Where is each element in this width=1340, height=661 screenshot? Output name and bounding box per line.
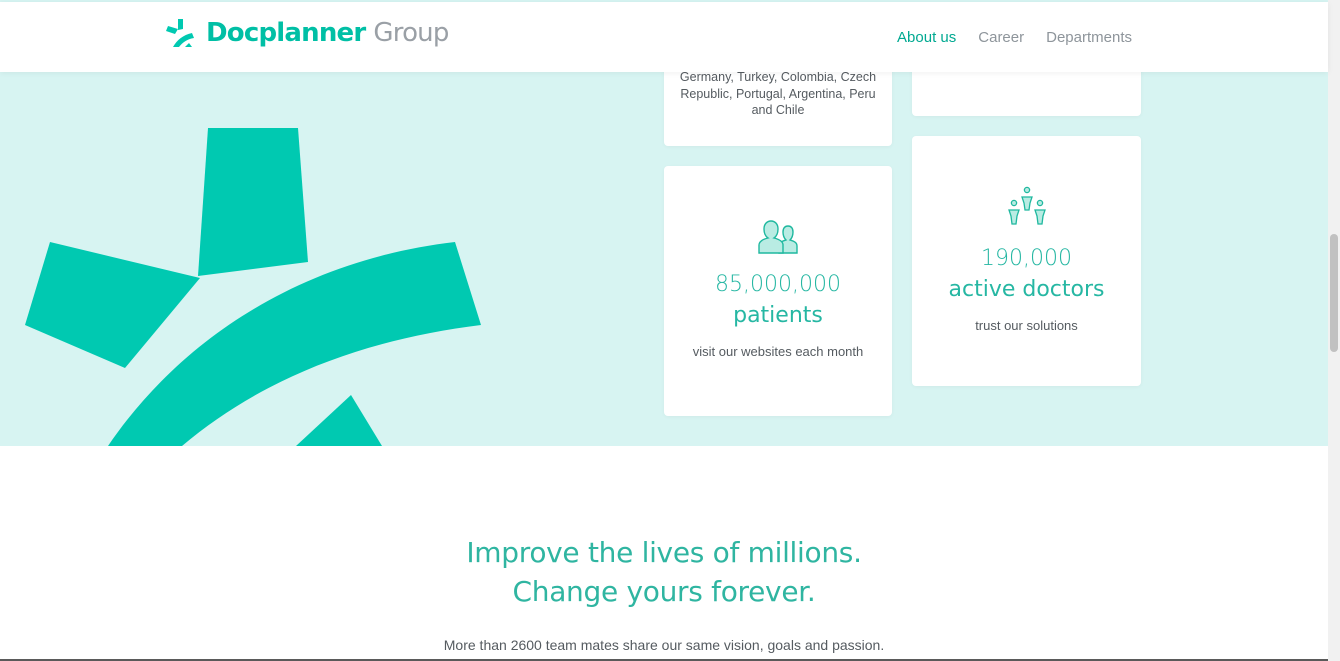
- patients-card: 85,000,000 patients visit our websites e…: [664, 166, 892, 416]
- patients-label: patients: [733, 303, 823, 328]
- doctors-caption: trust our solutions: [975, 318, 1078, 333]
- nav-career[interactable]: Career: [978, 29, 1024, 46]
- patients-number: 85,000,000: [715, 272, 841, 297]
- countries-list: Germany, Turkey, Colombia, Czech Republi…: [679, 70, 877, 117]
- nav-about-us[interactable]: About us: [897, 29, 956, 46]
- doctors-label: active doctors: [948, 277, 1105, 302]
- doctors-card: 190,000 active doctors trust our solutio…: [912, 136, 1141, 386]
- scrollbar-thumb[interactable]: [1330, 234, 1338, 352]
- mission-headline-line1: Improve the lives of millions.: [466, 536, 862, 569]
- brand-logo[interactable]: Docplanner Group: [166, 18, 449, 48]
- brand-suffix: Group: [373, 18, 449, 48]
- mission-subtext: More than 2600 team mates share our same…: [443, 637, 885, 653]
- nav-departments[interactable]: Departments: [1046, 29, 1132, 46]
- page-scrollbar[interactable]: [1328, 0, 1340, 661]
- doctors-number: 190,000: [981, 246, 1072, 271]
- site-header: Docplanner Group About us Career Departme…: [0, 2, 1328, 72]
- brand-name: Docplanner: [206, 18, 366, 48]
- main-nav: About us Career Departments: [897, 29, 1132, 46]
- docplanner-logo-icon: [166, 19, 194, 47]
- mission-headline-line2: Change yours forever.: [512, 575, 816, 608]
- patients-caption: visit our websites each month: [692, 344, 864, 359]
- patients-icon: [758, 220, 798, 254]
- doctors-icon: [1007, 186, 1046, 225]
